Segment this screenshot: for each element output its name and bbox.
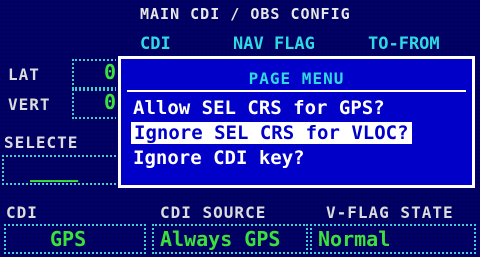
- cdi-value: GPS: [50, 227, 87, 251]
- menu-item-ignore-cdi-key[interactable]: Ignore CDI key?: [133, 147, 305, 169]
- gps-screen: MAIN CDI / OBS CONFIG CDI NAV FLAG TO-FR…: [0, 0, 480, 257]
- column-nav-flag: NAV FLAG: [233, 34, 315, 54]
- selected-value: ____: [30, 158, 79, 182]
- v-flag-state-value: Normal: [318, 227, 391, 251]
- column-cdi: CDI: [140, 34, 171, 54]
- column-to-from: TO-FROM: [368, 34, 440, 54]
- cdi-source-label: CDI SOURCE: [160, 203, 267, 222]
- cdi-label: CDI: [6, 203, 38, 222]
- menu-item-allow-sel-crs-gps[interactable]: Allow SEL CRS for GPS?: [133, 97, 385, 119]
- page-menu: PAGE MENU Allow SEL CRS for GPS? Ignore …: [118, 56, 475, 188]
- v-flag-state-label: V-FLAG STATE: [326, 203, 454, 222]
- vert-value: 0: [104, 90, 117, 114]
- cdi-source-value: Always GPS: [160, 227, 281, 251]
- menu-divider: [127, 90, 466, 92]
- selected-label: SELECTE: [4, 133, 79, 152]
- page-menu-title: PAGE MENU: [248, 69, 345, 88]
- lat-label: LAT: [8, 65, 40, 84]
- vert-label: VERT: [8, 95, 51, 114]
- menu-item-ignore-sel-crs-vloc[interactable]: Ignore SEL CRS for VLOC?: [131, 122, 412, 144]
- lat-value: 0: [104, 60, 117, 84]
- page-title: MAIN CDI / OBS CONFIG: [140, 5, 351, 23]
